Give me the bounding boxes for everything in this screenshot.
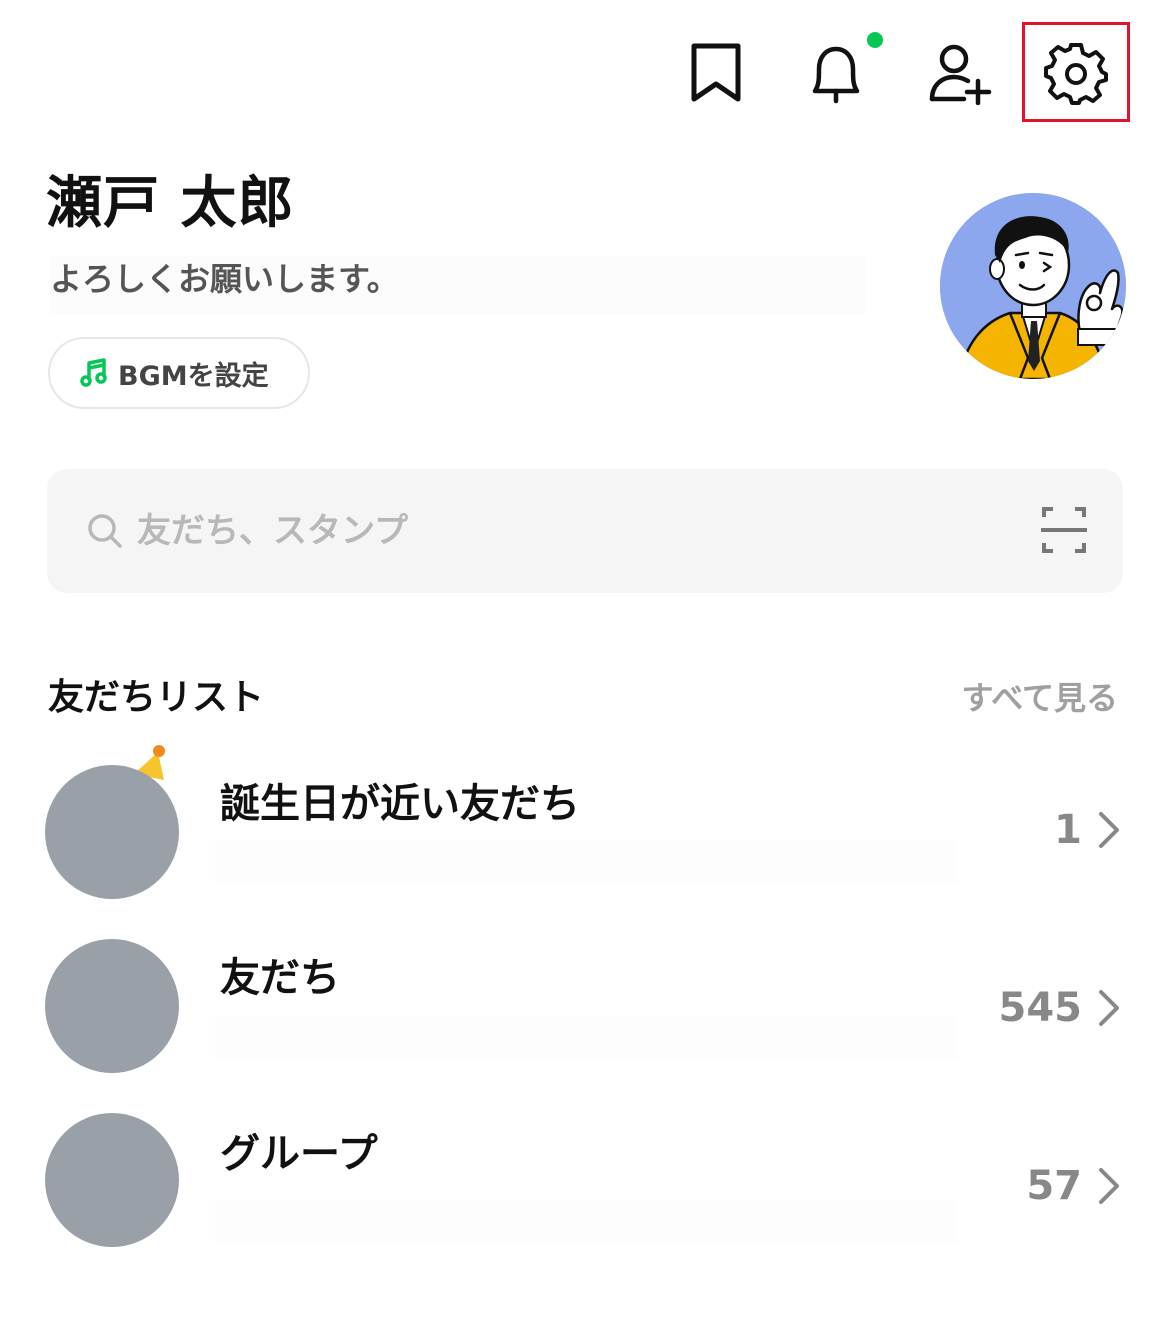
bgm-button[interactable]: BGMを設定 <box>48 337 310 409</box>
row-count: 545 <box>998 985 1083 1031</box>
profile-name[interactable]: 瀬戸 太郎 <box>46 166 295 242</box>
row-subtitle <box>215 1016 957 1060</box>
search-bar[interactable]: 友だち、スタンプ <box>47 469 1123 593</box>
row-count: 57 <box>1026 1163 1082 1209</box>
see-all-link[interactable]: すべて見る <box>962 674 1118 722</box>
friends-list-title: 友だちリスト <box>48 677 265 718</box>
bookmark-button[interactable] <box>681 38 751 108</box>
chevron-right-icon <box>1099 1168 1119 1204</box>
status-message[interactable]: よろしくお願いします。 <box>50 256 865 314</box>
row-count: 1 <box>1054 807 1082 853</box>
music-note-icon <box>80 358 107 387</box>
row-subtitle <box>215 1200 957 1244</box>
avatar <box>45 765 179 899</box>
qr-scan-icon[interactable] <box>1041 505 1087 555</box>
avatar <box>45 1113 179 1247</box>
search-placeholder: 友だち、スタンプ <box>137 511 408 551</box>
list-item-friends[interactable]: 友だち 545 <box>0 928 1170 1078</box>
add-friend-icon <box>929 44 992 105</box>
row-label: 誕生日が近い友だち <box>220 781 580 827</box>
bookmark-icon <box>691 43 741 102</box>
bgm-button-label: BGMを設定 <box>118 360 269 392</box>
settings-highlight-box <box>1022 22 1130 122</box>
row-label: 友だち <box>220 955 340 1001</box>
profile-avatar[interactable] <box>940 193 1126 379</box>
chevron-right-icon <box>1099 812 1119 848</box>
chevron-right-icon <box>1099 990 1119 1026</box>
bell-icon <box>812 46 860 104</box>
search-icon <box>88 514 122 548</box>
notification-dot <box>867 32 883 48</box>
row-label: グループ <box>220 1131 378 1177</box>
avatar <box>45 939 179 1073</box>
list-item-birthdays[interactable]: 誕生日が近い友だち 1 <box>0 745 1170 902</box>
row-subtitle <box>215 840 957 884</box>
list-item-groups[interactable]: グループ 57 <box>0 1102 1170 1252</box>
avatar-illustration <box>940 193 1126 379</box>
notifications-button[interactable] <box>801 38 871 108</box>
add-friend-button[interactable] <box>924 38 994 108</box>
